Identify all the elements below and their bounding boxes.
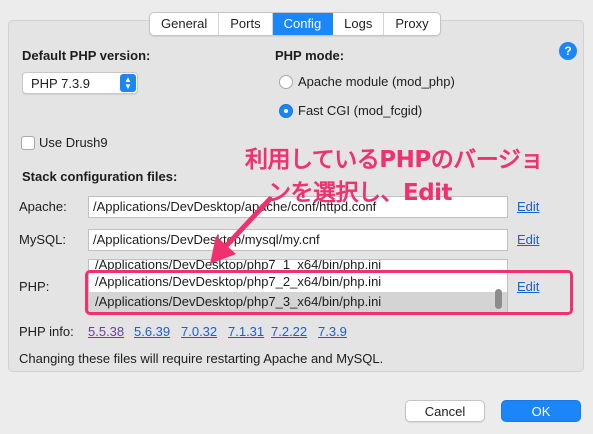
annotation-highlight-box [85,270,573,315]
annotation-arrow-icon [210,196,273,264]
